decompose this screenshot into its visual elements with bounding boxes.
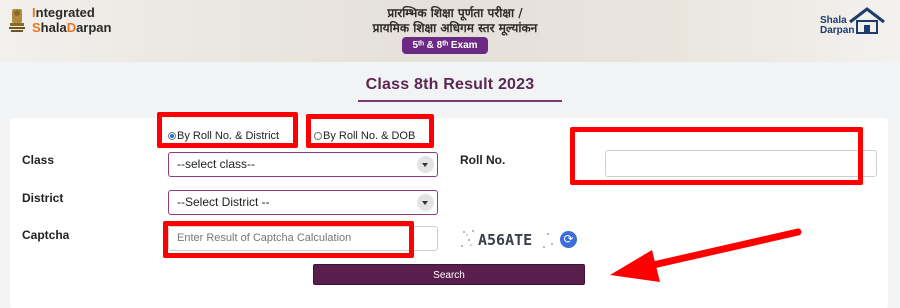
district-select[interactable]: --Select District -- [168, 190, 438, 215]
refresh-captcha-icon[interactable]: ⟳ [560, 231, 577, 248]
captcha-image: A56ATE [458, 226, 556, 252]
class-select-value: --select class-- [177, 157, 256, 171]
exam-title-hindi: प्रारम्भिक शिक्षा पूर्णता परीक्षा / प्रा… [330, 6, 580, 36]
search-button[interactable]: Search [313, 264, 585, 285]
exam-badge: 5ᵗʰ & 8ᵗʰ Exam [402, 37, 488, 54]
brand-logo-text: Integrated ShalaDarpan [32, 5, 112, 35]
exam-title-line2: प्रायमिक शिक्षा अधिगम स्तर मूल्यांकन [372, 21, 538, 35]
site-header: Integrated ShalaDarpan प्रारम्भिक शिक्षा… [0, 0, 900, 62]
shala-darpan-logo: Shala Darpan [818, 6, 890, 40]
class-label: Class [22, 153, 55, 167]
page-title: Class 8th Result 2023 [365, 76, 535, 93]
annotation-box-captcha [163, 221, 414, 258]
annotation-arrow-icon [610, 228, 802, 282]
district-label: District [22, 191, 64, 205]
class-select[interactable]: --select class-- [168, 152, 438, 177]
district-select-value: --Select District -- [177, 195, 270, 209]
state-emblem-icon [9, 9, 25, 32]
annotation-box-radio-district [157, 112, 298, 148]
chevron-down-icon[interactable] [417, 156, 434, 173]
title-underline [358, 100, 562, 102]
rollno-label: Roll No. [460, 153, 506, 167]
captcha-label: Captcha [22, 228, 70, 242]
exam-title-line1: प्रारम्भिक शिक्षा पूर्णता परीक्षा / [387, 6, 523, 20]
captcha-text: A56ATE [478, 231, 532, 249]
chevron-down-icon[interactable] [417, 194, 434, 211]
annotation-box-rollno [570, 127, 863, 185]
annotation-box-radio-dob [306, 114, 434, 148]
